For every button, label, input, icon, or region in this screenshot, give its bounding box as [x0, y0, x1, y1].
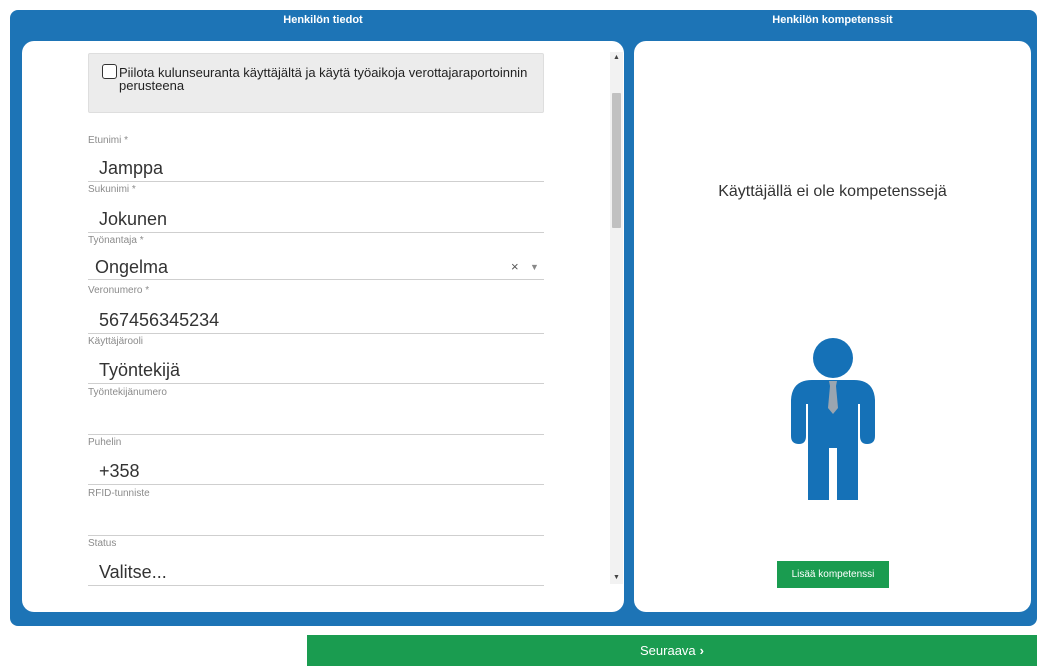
rfid-underline: [88, 535, 544, 536]
first-name-input[interactable]: Jamppa: [99, 157, 163, 179]
competences-title: Henkilön kompetenssit: [772, 14, 893, 26]
no-competences-message: Käyttäjällä ei ole kompetenssejä: [718, 183, 947, 200]
person-icon: [791, 338, 875, 500]
tax-number-input[interactable]: 567456345234: [99, 309, 219, 331]
status-underline: [88, 585, 544, 586]
phone-label: Puhelin: [88, 437, 122, 448]
clear-employer-icon[interactable]: ×: [511, 260, 519, 274]
rfid-label: RFID-tunniste: [88, 488, 150, 499]
status-label: Status: [88, 538, 117, 549]
next-button-label: Seuraava: [640, 643, 696, 658]
phone-input[interactable]: +358: [99, 460, 140, 482]
time-tracking-notice: Piilota kulunseuranta käyttäjältä ja käy…: [88, 53, 544, 113]
chevron-right-icon: ›: [699, 643, 704, 658]
personal-info-title: Henkilön tiedot: [283, 14, 363, 26]
first-name-underline: [88, 181, 544, 182]
employer-dropdown-arrow-icon[interactable]: ▼: [530, 261, 539, 273]
employee-number-underline: [88, 434, 544, 435]
employer-label: Työnantaja *: [88, 235, 144, 246]
add-competence-button[interactable]: Lisää kompetenssi: [777, 561, 889, 588]
scroll-thumb[interactable]: [612, 93, 621, 228]
tax-number-label: Veronumero *: [88, 285, 150, 296]
next-button[interactable]: Seuraava ›: [307, 635, 1037, 666]
hide-tracking-label: Piilota kulunseuranta käyttäjältä ja käy…: [119, 65, 528, 93]
hide-tracking-checkbox[interactable]: [102, 64, 117, 79]
user-role-underline: [88, 383, 544, 384]
last-name-underline: [88, 232, 544, 233]
employer-underline: [88, 279, 544, 280]
user-role-label: Käyttäjärooli: [88, 336, 144, 347]
first-name-label: Etunimi *: [88, 135, 129, 146]
employer-select[interactable]: Ongelma: [95, 256, 168, 278]
competences-panel: [634, 41, 1031, 612]
employee-number-label: Työntekijänumero: [88, 387, 167, 398]
phone-underline: [88, 484, 544, 485]
tax-number-underline: [88, 333, 544, 334]
form-scrollbar[interactable]: ▲ ▼: [610, 52, 623, 584]
last-name-input[interactable]: Jokunen: [99, 208, 167, 230]
status-select[interactable]: Valitse...: [99, 561, 167, 583]
user-role-input[interactable]: Työntekijä: [99, 359, 180, 381]
scroll-down-icon[interactable]: ▼: [610, 572, 623, 584]
last-name-label: Sukunimi *: [88, 184, 136, 195]
scroll-up-icon[interactable]: ▲: [610, 52, 623, 64]
